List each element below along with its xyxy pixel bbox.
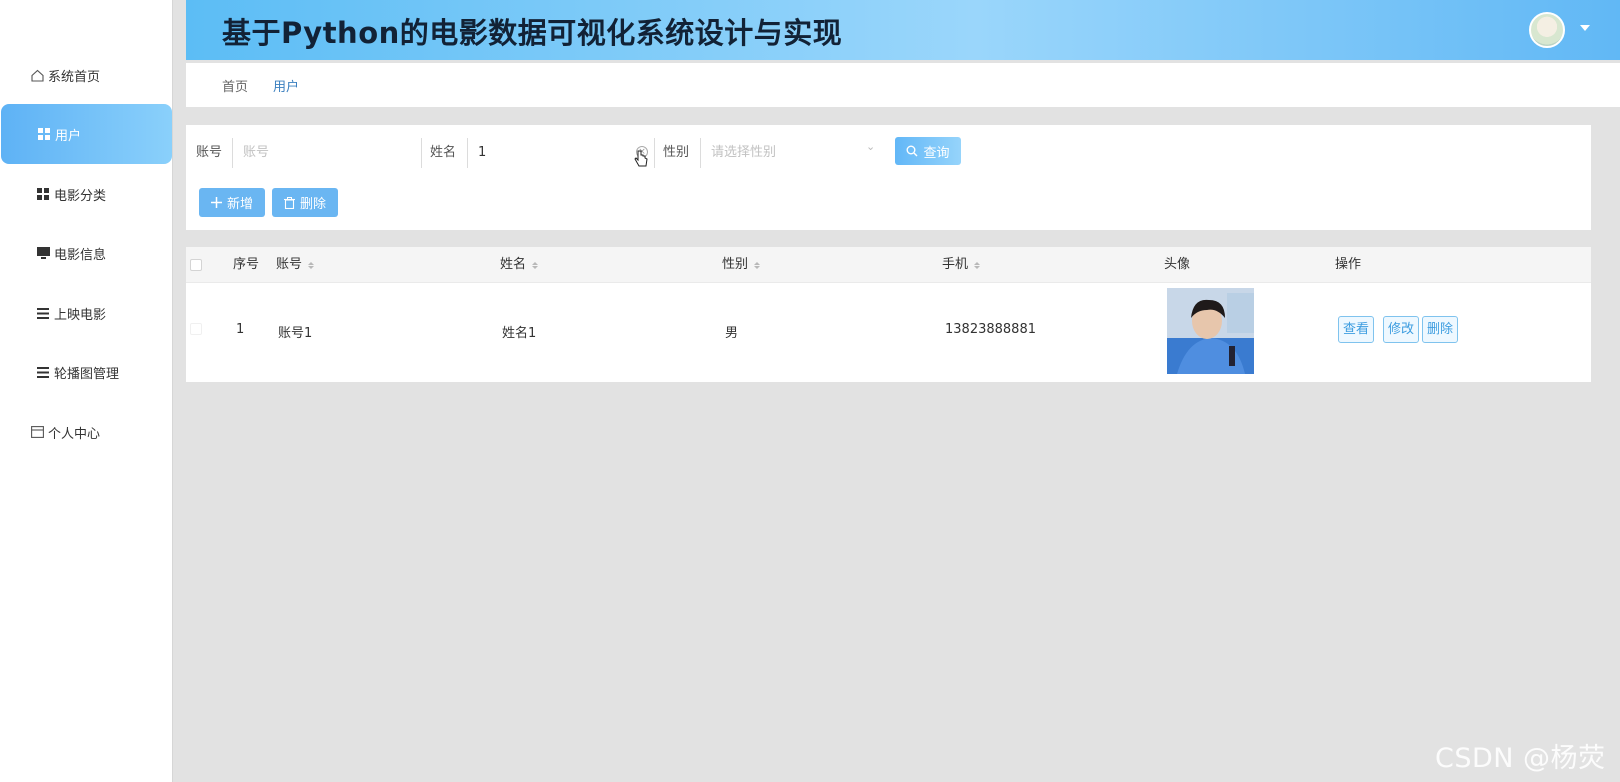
grid-icon (36, 187, 50, 201)
chevron-down-icon[interactable]: ⌄ (866, 140, 875, 153)
column-header[interactable]: 姓名 (500, 247, 539, 283)
sort-icon[interactable] (308, 261, 315, 269)
list-icon (36, 365, 50, 379)
search-panel: 账号 账号 姓名 1 × 性别 请选择性别 ⌄ 查询 新增 删除 (186, 125, 1591, 230)
view-button[interactable]: 查看 (1338, 316, 1375, 343)
trash-icon (283, 196, 295, 209)
add-label: 新增 (226, 197, 253, 212)
sidebar-item-home[interactable]: 系统首页 (0, 45, 173, 105)
app-header: 基于Python的电影数据可视化系统设计与实现 (186, 0, 1620, 60)
breadcrumb: 首页 用户 (186, 63, 1620, 107)
sort-icon[interactable] (754, 261, 761, 269)
hand-cursor-icon (634, 150, 648, 172)
query-label: 查询 (923, 145, 950, 161)
watermark: CSDN @杨荧 (1435, 743, 1606, 774)
sidebar: 系统首页 用户 电影分类 电影信息 上映电影 轮播图管理 个人中心 (0, 0, 173, 782)
name-input[interactable]: 1 (467, 138, 657, 168)
breadcrumb-home[interactable]: 首页 (222, 76, 248, 95)
row-phone: 13823888881 (945, 322, 1036, 337)
sidebar-item-movie-category[interactable]: 电影分类 (0, 164, 173, 224)
row-gender: 男 (725, 326, 739, 341)
column-header: 序号 (233, 257, 260, 272)
chevron-down-icon[interactable] (1580, 25, 1590, 31)
users-table: 序号 账号 姓名 性别 手机 头像 操作 1 账号1 姓名1 男 1382388… (186, 247, 1591, 382)
column-header[interactable]: 手机 (942, 247, 981, 283)
sidebar-item-label: 电影信息 (54, 247, 107, 263)
delete-label: 删除 (299, 197, 326, 212)
sort-icon[interactable] (974, 261, 981, 269)
gender-select[interactable]: 请选择性别 (700, 138, 885, 168)
delete-button[interactable]: 删除 (272, 188, 338, 217)
search-icon (906, 145, 918, 157)
breadcrumb-current: 用户 (273, 79, 300, 95)
sort-icon[interactable] (532, 261, 539, 269)
gender-label: 性别 (654, 138, 689, 168)
sidebar-item-label: 轮播图管理 (54, 366, 120, 382)
query-button[interactable]: 查询 (895, 137, 961, 165)
row-delete-button[interactable]: 删除 (1422, 316, 1459, 343)
table-header: 序号 账号 姓名 性别 手机 头像 操作 (186, 247, 1591, 283)
avatar-photo (1167, 288, 1254, 374)
sidebar-item-label: 上映电影 (54, 307, 107, 323)
sidebar-item-label: 用户 (55, 128, 82, 144)
plus-icon (210, 197, 222, 208)
column-header: 操作 (1335, 257, 1362, 272)
row-index: 1 (236, 322, 245, 337)
grid-icon (37, 127, 51, 141)
card-icon (30, 425, 44, 439)
monitor-icon (36, 246, 50, 260)
avatar[interactable] (1529, 12, 1565, 48)
select-all-checkbox[interactable] (190, 259, 202, 271)
column-header[interactable]: 账号 (276, 247, 315, 283)
sidebar-item-label: 系统首页 (48, 69, 101, 85)
sidebar-item-label: 电影分类 (54, 188, 107, 204)
sidebar-item-carousel[interactable]: 轮播图管理 (0, 342, 173, 402)
column-header: 头像 (1164, 257, 1191, 272)
sidebar-item-profile[interactable]: 个人中心 (0, 402, 173, 462)
sidebar-item-now-showing[interactable]: 上映电影 (0, 283, 173, 343)
row-name: 姓名1 (502, 326, 537, 341)
sidebar-item-users[interactable]: 用户 (1, 104, 172, 164)
account-label: 账号 (196, 145, 223, 160)
account-input[interactable]: 账号 (232, 138, 417, 168)
add-button[interactable]: 新增 (199, 188, 265, 217)
column-header[interactable]: 性别 (722, 247, 761, 283)
name-label: 姓名 (421, 138, 456, 168)
home-icon (30, 68, 44, 82)
sidebar-item-label: 个人中心 (48, 426, 101, 442)
sidebar-item-movie-info[interactable]: 电影信息 (0, 223, 173, 283)
edit-button[interactable]: 修改 (1383, 316, 1420, 343)
page-title: 基于Python的电影数据可视化系统设计与实现 (222, 16, 843, 50)
row-checkbox[interactable] (190, 323, 202, 335)
row-account: 账号1 (278, 326, 313, 341)
list-icon (36, 306, 50, 320)
